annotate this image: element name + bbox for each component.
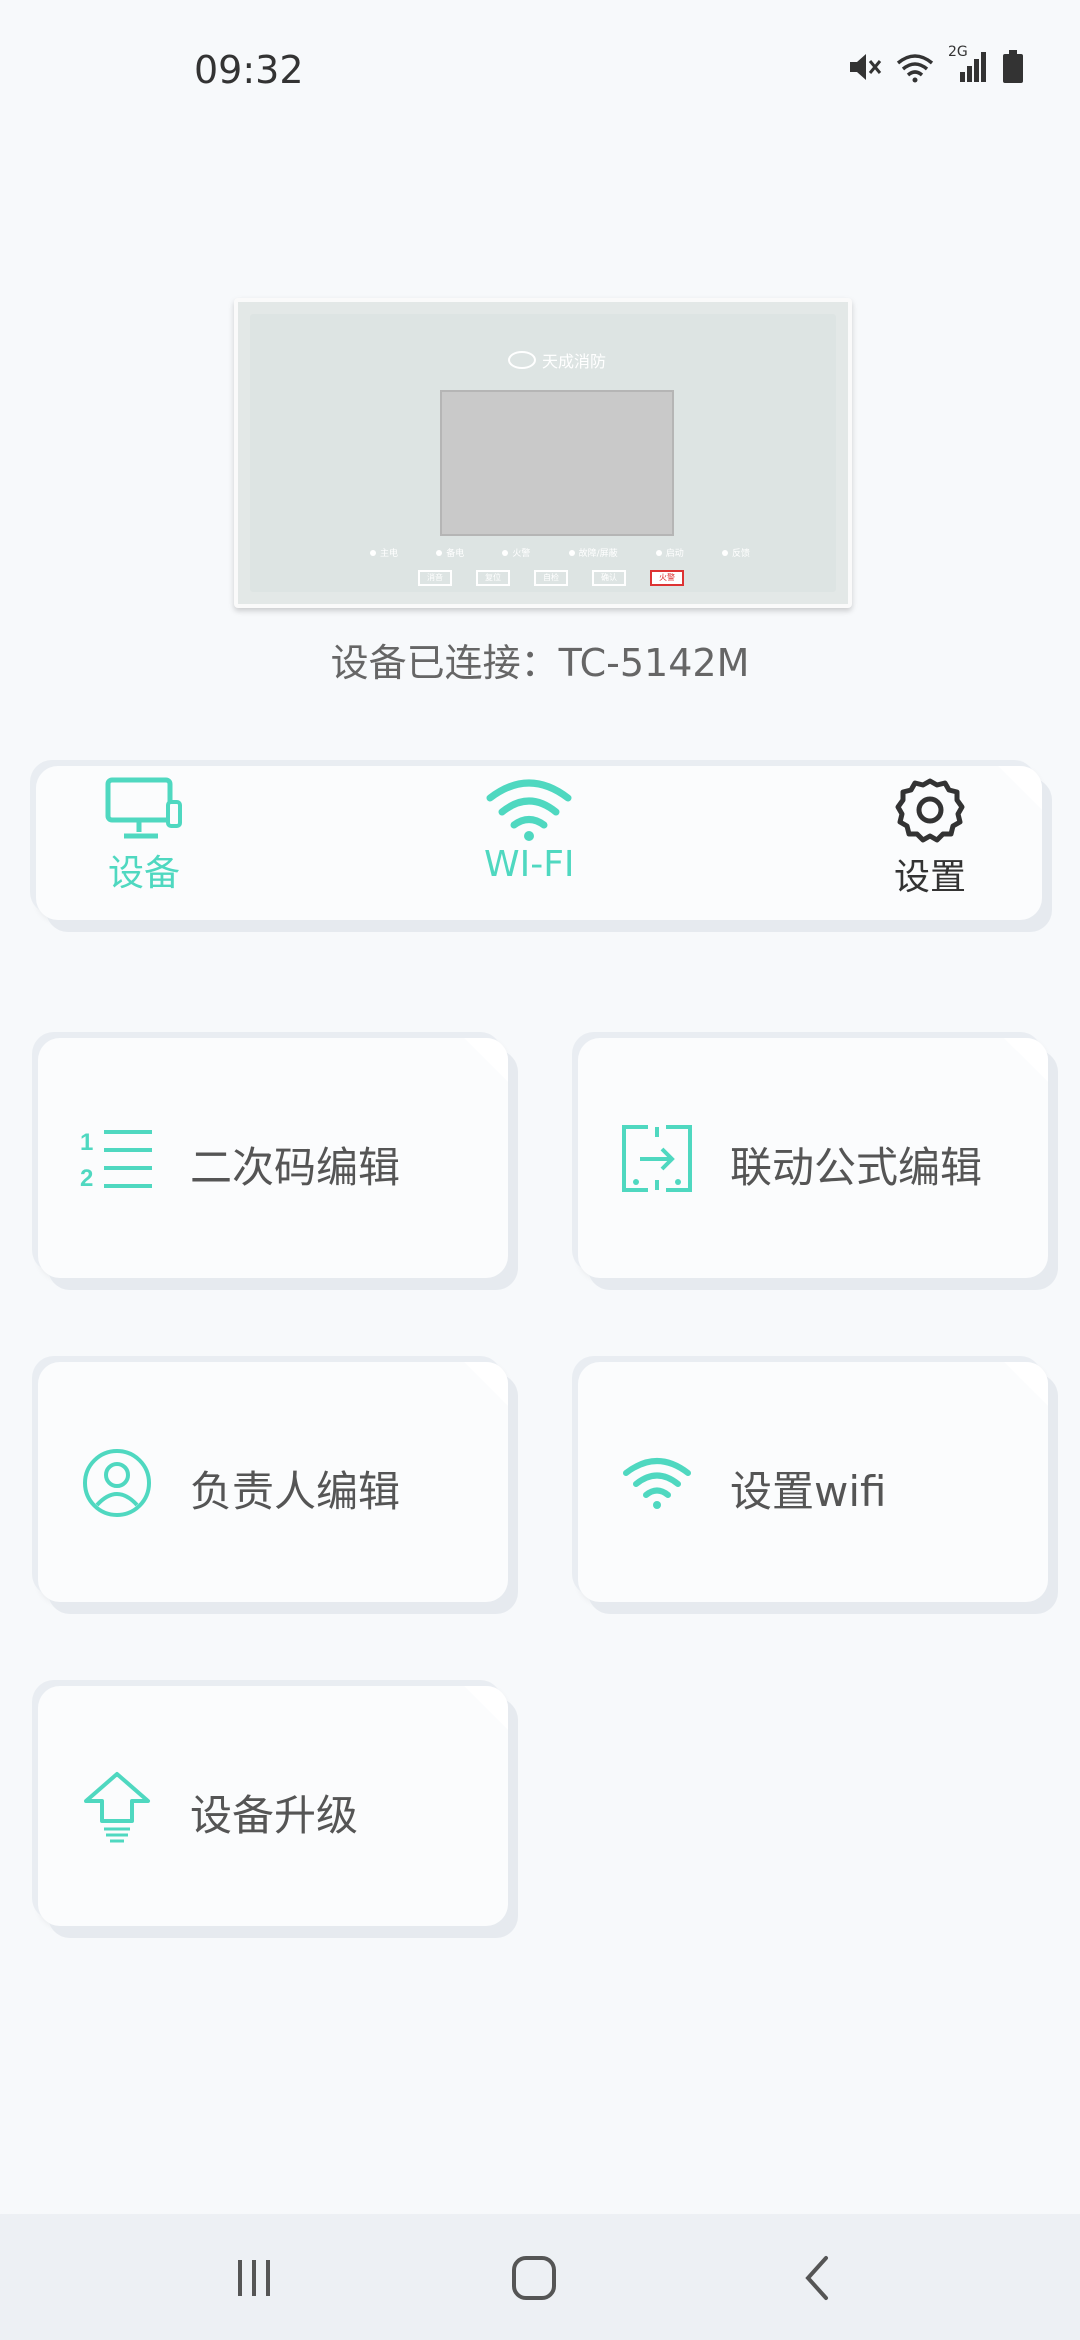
device-leds: 主电 备电 火警 故障/屏蔽 启动 反馈 bbox=[370, 546, 750, 559]
device-led: 主电 bbox=[370, 546, 398, 559]
signal-icon: 2G bbox=[948, 44, 988, 84]
tab-wifi[interactable]: WI-FI bbox=[484, 776, 575, 885]
mute-icon bbox=[850, 54, 882, 80]
battery-icon bbox=[1003, 50, 1023, 83]
device-key: 消音 bbox=[418, 570, 452, 586]
device-connected-caption: 设备已连接：TC-5142M bbox=[330, 641, 750, 685]
set-wifi-button[interactable]: 设置wifi bbox=[578, 1362, 1048, 1602]
set-wifi-label: 设置wifi bbox=[730, 1467, 887, 1516]
user-icon bbox=[80, 1446, 154, 1520]
device-key: 自检 bbox=[534, 570, 568, 586]
numbered-list-icon: 1 2 bbox=[80, 1122, 154, 1196]
device-logo: 天成消防 bbox=[508, 348, 606, 372]
tab-device-label: 设备 bbox=[107, 853, 180, 894]
device-led: 故障/屏蔽 bbox=[568, 546, 618, 559]
wifi-icon bbox=[620, 1446, 694, 1520]
monitor-icon bbox=[105, 777, 182, 839]
tab-device[interactable]: 设备 bbox=[104, 776, 184, 896]
responsible-person-edit-label: 负责人编辑 bbox=[190, 1467, 401, 1516]
device-led: 火警 bbox=[502, 546, 530, 559]
device-key-alarm: 火警 bbox=[650, 570, 684, 586]
device-led: 反馈 bbox=[721, 546, 750, 559]
status-time: 09:32 bbox=[194, 48, 304, 92]
device-key: 复位 bbox=[476, 570, 510, 586]
tab-wifi-label: WI-FI bbox=[484, 844, 575, 885]
device-keys: 消音 复位 自检 确认 火警 bbox=[418, 570, 684, 586]
secondary-code-edit-label: 二次码编辑 bbox=[190, 1143, 401, 1192]
upgrade-icon bbox=[80, 1770, 154, 1844]
back-icon bbox=[805, 2256, 828, 2300]
device-screen bbox=[440, 390, 674, 536]
wifi-icon bbox=[486, 779, 572, 841]
device-key: 确认 bbox=[592, 570, 626, 586]
recent-apps-button[interactable] bbox=[214, 2248, 294, 2308]
linkage-formula-edit-label: 联动公式编辑 bbox=[730, 1143, 983, 1192]
gear-icon bbox=[895, 778, 965, 843]
recent-apps-icon bbox=[238, 2260, 270, 2296]
device-led: 备电 bbox=[436, 546, 464, 559]
back-button[interactable] bbox=[778, 2248, 858, 2308]
secondary-code-edit-button[interactable]: 1 2 二次码编辑 bbox=[38, 1038, 508, 1278]
responsible-person-edit-button[interactable]: 负责人编辑 bbox=[38, 1362, 508, 1602]
device-upgrade-button[interactable]: 设备升级 bbox=[38, 1686, 508, 1926]
status-icons: 2G bbox=[848, 44, 1024, 84]
status-bar: 09:32 2G bbox=[0, 0, 1080, 150]
navigation-bar bbox=[0, 2214, 1080, 2340]
svg-text:1: 1 bbox=[80, 1129, 93, 1156]
svg-text:2: 2 bbox=[80, 1165, 93, 1192]
home-button[interactable] bbox=[494, 2248, 574, 2308]
linkage-formula-edit-button[interactable]: 联动公式编辑 bbox=[578, 1038, 1048, 1278]
wifi-icon bbox=[896, 54, 934, 83]
tab-bar: 设备 WI-FI 设置 bbox=[36, 766, 1042, 920]
device-led: 启动 bbox=[655, 546, 684, 559]
device-upgrade-label: 设备升级 bbox=[190, 1791, 359, 1840]
tab-settings[interactable]: 设置 bbox=[894, 776, 966, 900]
tab-settings-label: 设置 bbox=[894, 857, 967, 898]
linkage-icon bbox=[620, 1122, 694, 1196]
home-icon bbox=[512, 2256, 556, 2300]
device-image: 天成消防 主电 备电 火警 故障/屏蔽 启动 反馈 消音 复位 自检 确认 火警 bbox=[234, 298, 852, 608]
